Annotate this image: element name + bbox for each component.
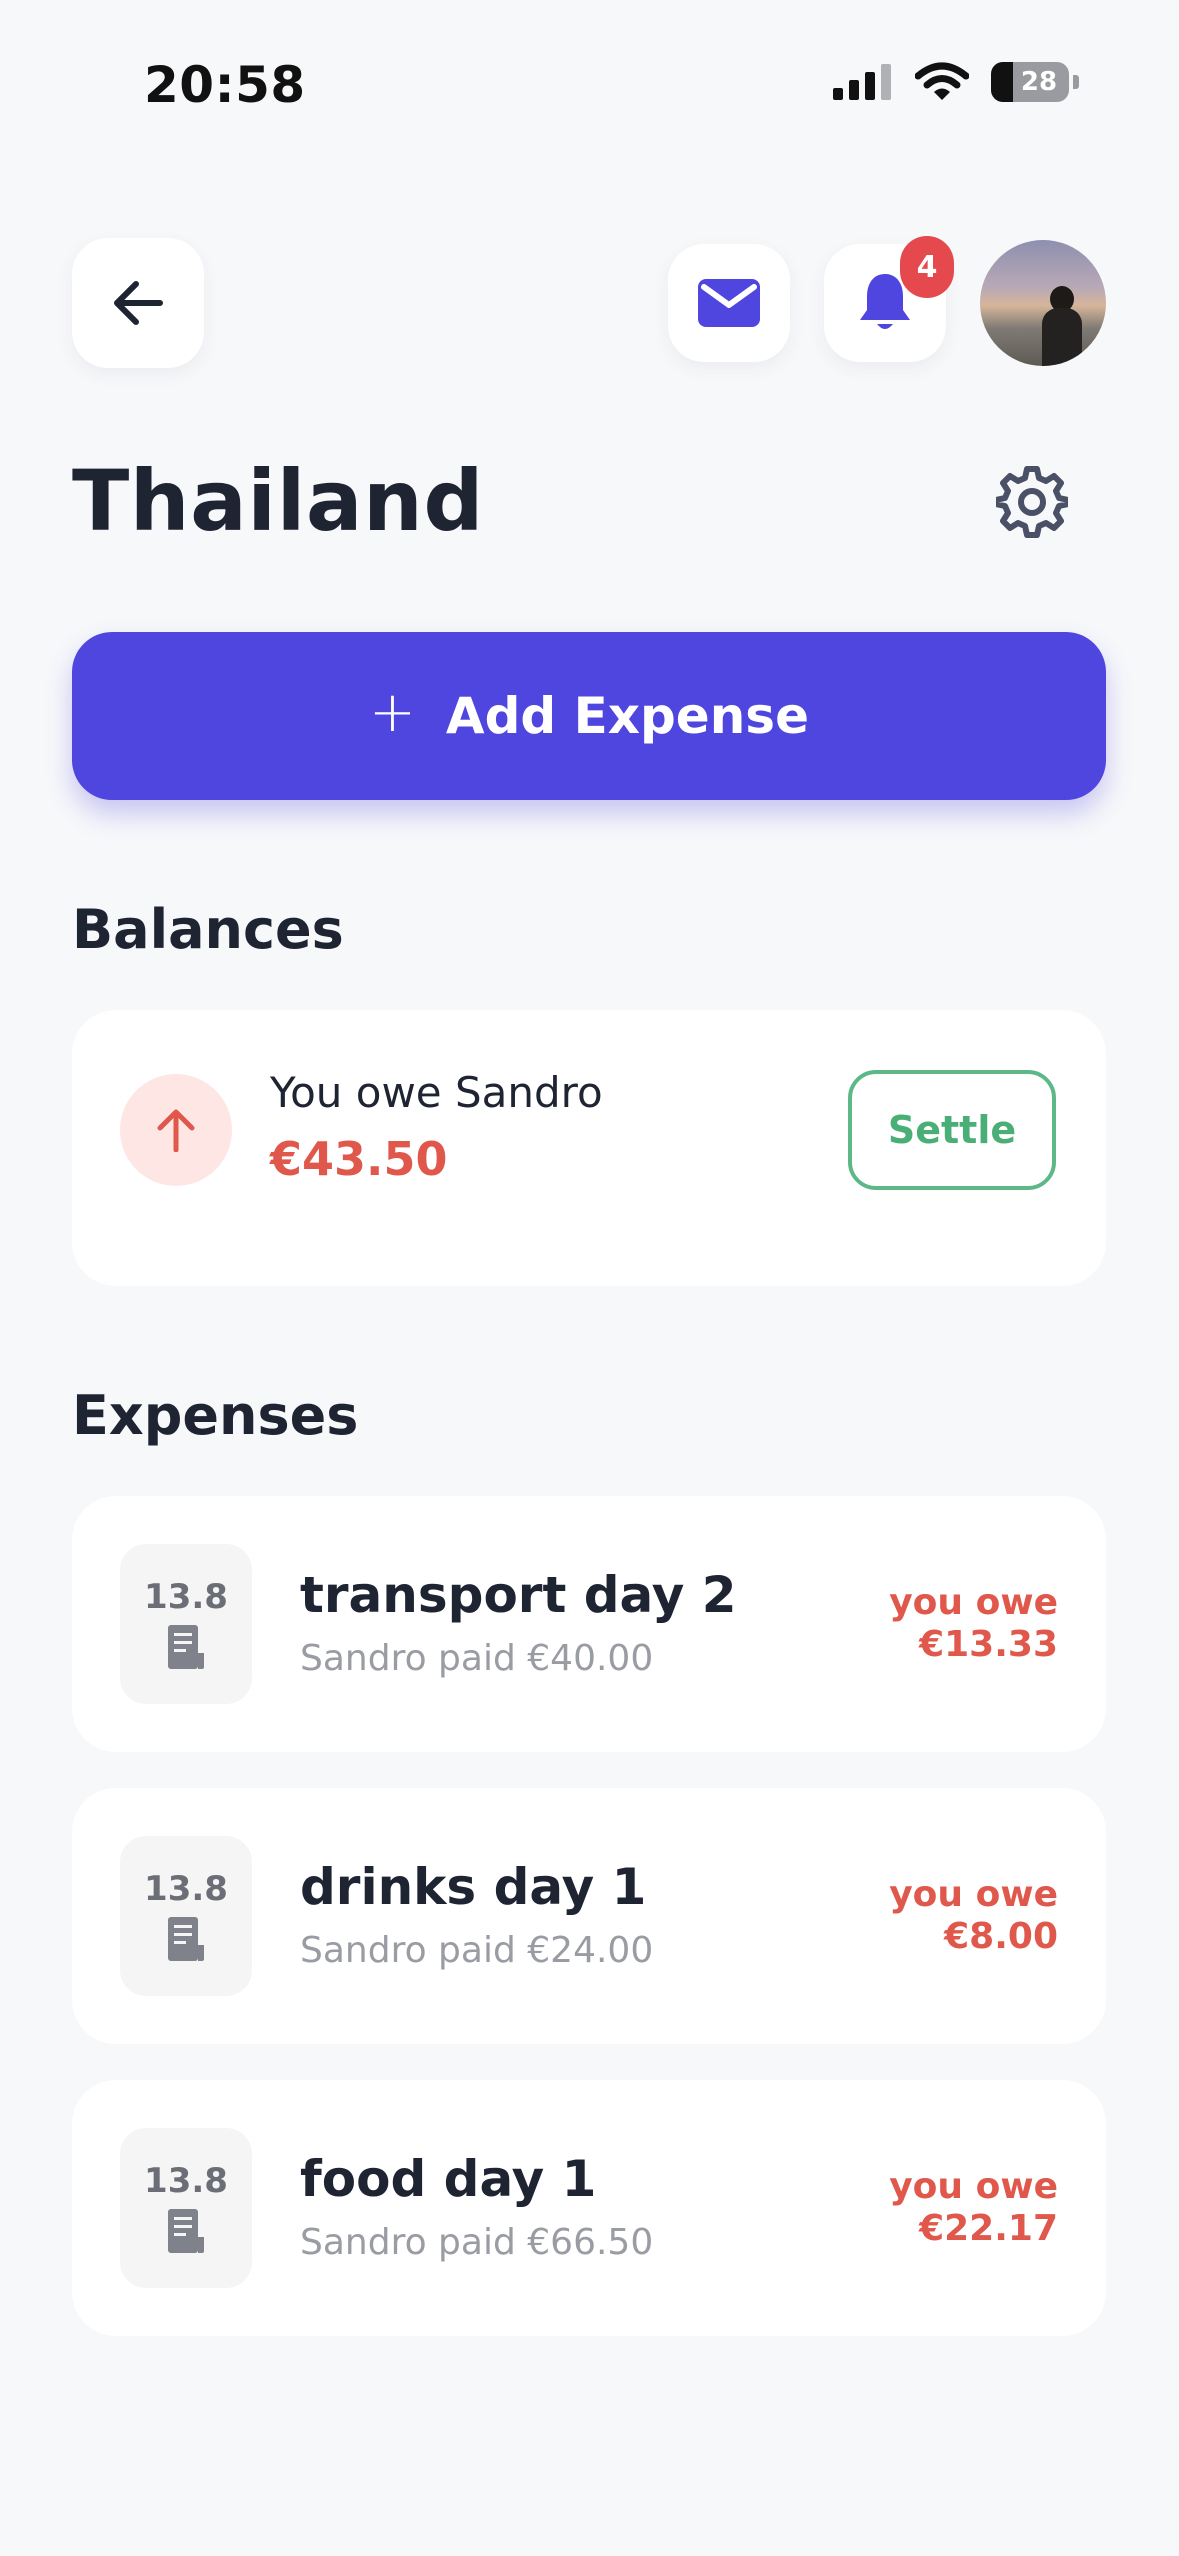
expense-owe-label: you owe [889,1874,1058,1915]
balance-description: You owe Sandro [270,1068,603,1117]
expense-date-tile: 13.8 [120,1544,252,1704]
avatar[interactable] [980,240,1106,366]
arrow-up-icon [157,1109,195,1152]
expense-owe-amount: €8.00 [944,1916,1058,1957]
back-button[interactable] [72,238,204,368]
balance-amount: €43.50 [270,1132,448,1186]
expense-owe: you owe €13.33 [889,1582,1058,1666]
expense-owe-amount: €22.17 [919,2208,1058,2249]
mail-icon [698,279,760,327]
expenses-heading: Expenses [72,1384,359,1447]
gear-icon [996,466,1068,538]
expense-title: transport day 2 [300,1566,737,1624]
expense-owe: you owe €22.17 [889,2166,1058,2250]
add-expense-label: Add Expense [445,687,809,745]
expense-date-tile: 13.8 [120,2128,252,2288]
expense-title: food day 1 [300,2150,597,2208]
expense-owe: you owe €8.00 [889,1874,1058,1958]
plus-icon: + [369,680,416,745]
expense-subtitle: Sandro paid €40.00 [300,1638,654,1679]
expense-owe-label: you owe [889,2166,1058,2207]
owe-indicator [120,1074,232,1186]
notification-badge: 4 [900,236,954,298]
expense-subtitle: Sandro paid €66.50 [300,2222,654,2263]
page-title: Thailand [72,452,484,550]
expense-date: 13.8 [144,1869,228,1909]
status-icons: 28 [833,62,1079,102]
receipt-icon [168,1917,204,1961]
expense-owe-amount: €13.33 [919,1624,1058,1665]
expense-title: drinks day 1 [300,1858,647,1916]
expense-date: 13.8 [144,1577,228,1617]
cellular-signal-icon [833,64,891,100]
expense-date-tile: 13.8 [120,1836,252,1996]
expense-date: 13.8 [144,2161,228,2201]
battery-indicator: 28 [991,62,1069,102]
battery-nub [1073,75,1079,89]
messages-button[interactable] [668,244,790,362]
battery-level: 28 [1020,67,1058,97]
receipt-icon [168,1625,204,1669]
balances-heading: Balances [72,898,344,961]
expense-owe-label: you owe [889,1582,1058,1623]
add-expense-button[interactable]: + Add Expense [72,632,1106,800]
wifi-icon [915,62,969,100]
receipt-icon [168,2209,204,2253]
arrow-left-icon [114,281,163,325]
settings-button[interactable] [990,460,1074,544]
status-time: 20:58 [144,56,306,114]
settle-button[interactable]: Settle [848,1070,1056,1190]
expense-subtitle: Sandro paid €24.00 [300,1930,654,1971]
avatar-person-body [1042,308,1082,366]
